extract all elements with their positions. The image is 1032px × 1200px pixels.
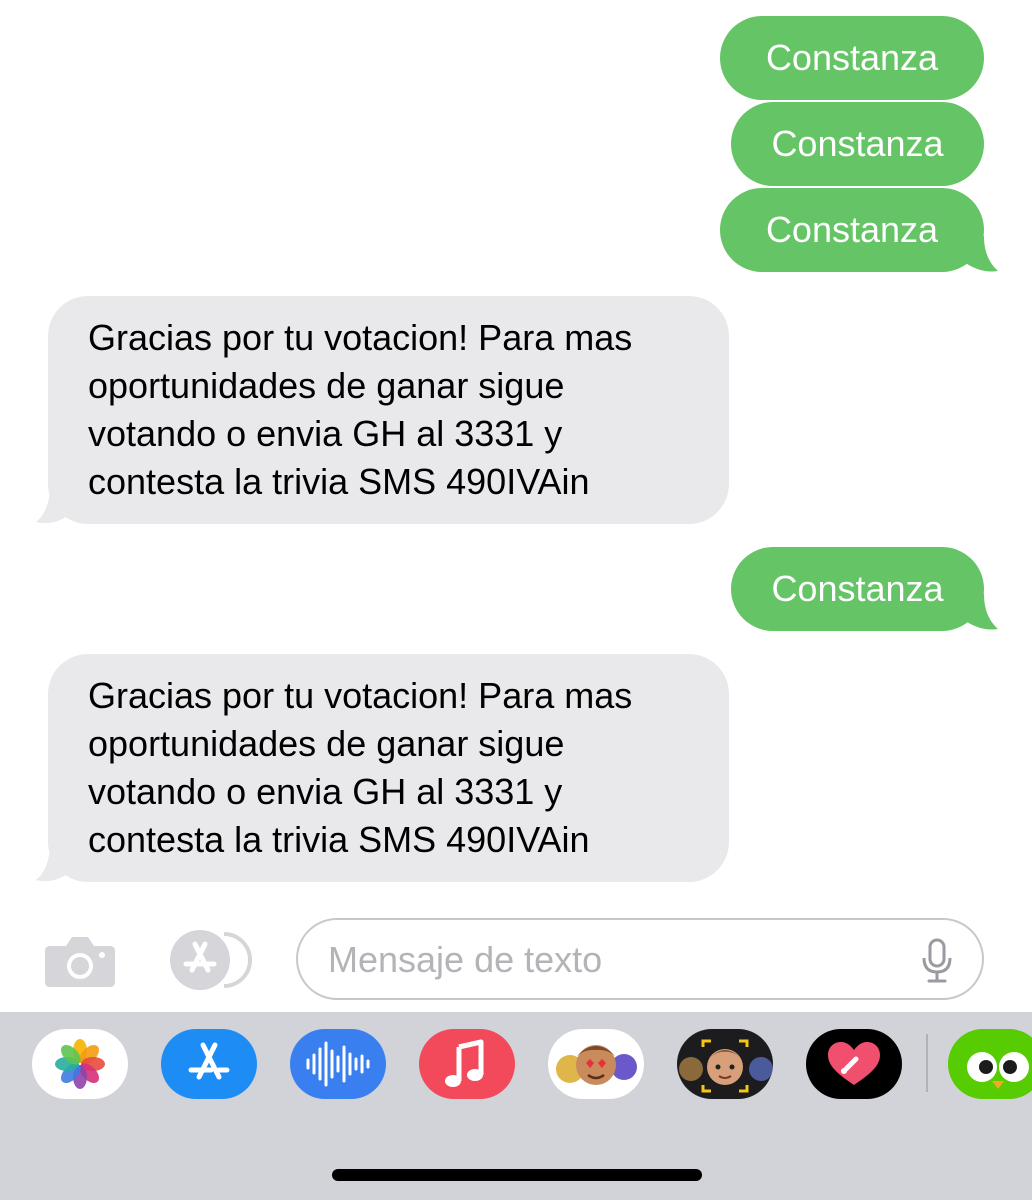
received-message-bubble[interactable]: Gracias por tu votacion! Para mas oportu…: [48, 654, 729, 882]
memoji-stickers-app-button[interactable]: [548, 1029, 644, 1099]
duolingo-app-button[interactable]: [948, 1029, 1032, 1099]
memoji-app-button[interactable]: [677, 1029, 773, 1099]
message-text: Constanza: [771, 123, 944, 164]
memoji-icon: [677, 1029, 773, 1099]
apps-button[interactable]: [164, 930, 256, 990]
home-indicator[interactable]: [332, 1169, 702, 1181]
message-text: Constanza: [765, 37, 939, 78]
received-bubble-tail: [36, 486, 74, 524]
app-store-icon: [170, 930, 252, 990]
received-bubble-tail: [36, 844, 74, 882]
sent-message-bubble[interactable]: Constanza: [731, 547, 984, 631]
message-text-field[interactable]: [296, 918, 984, 1000]
sent-bubble-tail: [958, 236, 998, 272]
sent-message-bubble[interactable]: Constanza: [720, 16, 984, 100]
audio-waveform-icon: [290, 1029, 386, 1099]
message-thread: Constanza Constanza Constanza Gracias po…: [0, 0, 1032, 910]
sent-message-bubble[interactable]: Constanza: [731, 102, 984, 186]
sent-message-bubble[interactable]: Constanza: [720, 188, 984, 272]
app-store-app-button[interactable]: [161, 1029, 257, 1099]
digital-touch-app-button[interactable]: [806, 1029, 902, 1099]
message-text: Constanza: [771, 568, 944, 609]
camera-button[interactable]: [44, 934, 116, 988]
photos-icon: [32, 1029, 128, 1099]
received-message-bubble[interactable]: Gracias por tu votacion! Para mas oportu…: [48, 296, 729, 524]
digital-touch-heart-icon: [806, 1029, 902, 1099]
audio-message-app-button[interactable]: [290, 1029, 386, 1099]
sent-bubble-tail: [958, 594, 998, 630]
drawer-divider: [926, 1034, 928, 1092]
music-app-button[interactable]: [419, 1029, 515, 1099]
dictation-button[interactable]: [920, 938, 954, 984]
microphone-icon: [922, 938, 952, 983]
camera-icon: [45, 937, 115, 987]
message-text: Constanza: [765, 209, 939, 250]
duolingo-owl-icon: [948, 1029, 1032, 1099]
memoji-stickers-icon: [548, 1029, 644, 1099]
message-input[interactable]: [328, 938, 888, 982]
app-store-icon: [161, 1029, 257, 1099]
music-note-icon: [419, 1029, 515, 1099]
photos-app-button[interactable]: [32, 1029, 128, 1099]
